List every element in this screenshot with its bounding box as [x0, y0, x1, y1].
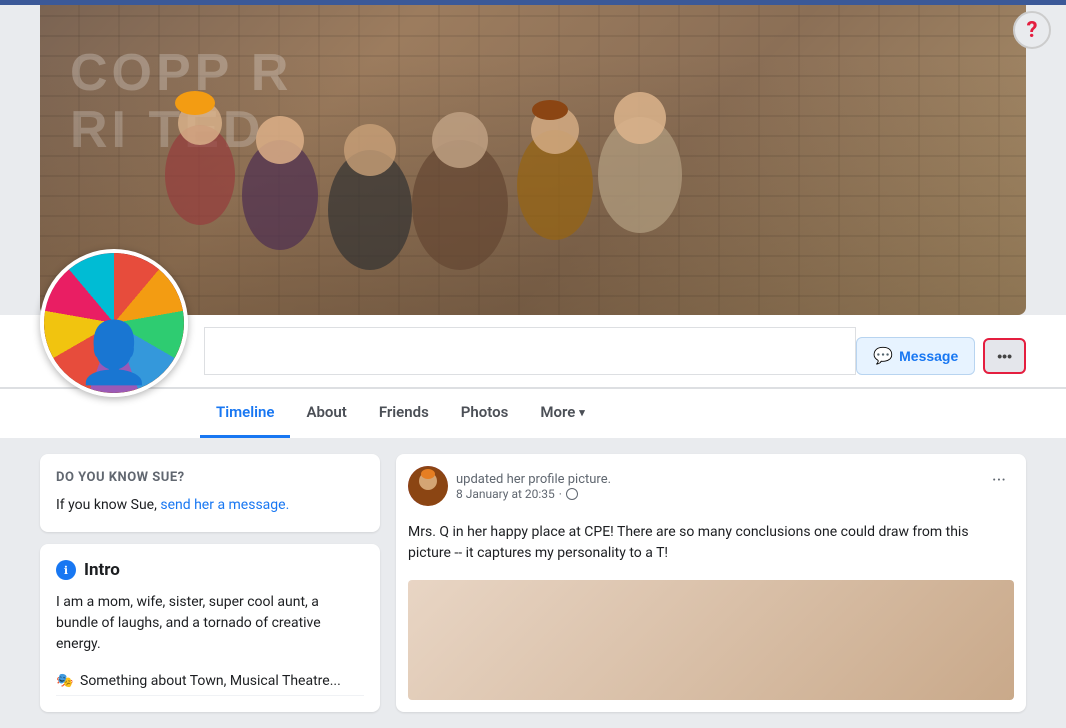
tab-timeline[interactable]: Timeline — [200, 389, 290, 438]
post-image — [408, 580, 1014, 700]
friends-tab-label: Friends — [379, 403, 429, 421]
post-timestamp: 8 January at 20:35 · — [456, 487, 611, 501]
more-tab-label: More — [540, 403, 575, 421]
intro-box: ℹ Intro I am a mom, wife, sister, super … — [40, 544, 380, 712]
tab-more[interactable]: More ▾ — [524, 389, 600, 438]
intro-bio: I am a mom, wife, sister, super cool aun… — [56, 592, 364, 655]
messenger-icon: 💬 — [873, 346, 893, 366]
message-label: Message — [899, 348, 958, 364]
intro-title: Intro — [84, 560, 120, 580]
right-column: updated her profile picture. 8 January a… — [396, 454, 1026, 712]
profile-name-area — [204, 315, 856, 387]
post-header: updated her profile picture. 8 January a… — [408, 466, 1014, 506]
send-message-link[interactable]: send her a message. — [160, 497, 289, 513]
help-button[interactable]: ? — [1013, 11, 1051, 49]
profile-avatar[interactable] — [40, 249, 188, 397]
info-icon: ℹ — [64, 564, 68, 577]
about-tab-label: About — [306, 403, 346, 421]
timeline-tab-label: Timeline — [216, 403, 274, 421]
more-options-button[interactable]: ••• — [983, 338, 1026, 374]
main-content: DO YOU KNOW SUE? If you know Sue, send h… — [0, 438, 1066, 728]
help-icon-container[interactable]: ? — [1010, 8, 1054, 52]
more-chevron-icon: ▾ — [579, 406, 585, 419]
post-body: Mrs. Q in her happy place at CPE! There … — [408, 514, 1014, 572]
avatar-image — [44, 253, 188, 397]
post-avatar[interactable] — [408, 466, 448, 506]
tab-friends[interactable]: Friends — [363, 389, 445, 438]
intro-detail-text: Something about Town, Musical Theatre... — [80, 673, 341, 689]
tab-about[interactable]: About — [290, 389, 362, 438]
tab-photos[interactable]: Photos — [445, 389, 525, 438]
question-mark-icon: ? — [1027, 18, 1038, 43]
post-meta: updated her profile picture. 8 January a… — [456, 472, 611, 501]
page-container: COPP R RI TED — [0, 5, 1066, 728]
know-sue-intro: If you know Sue, — [56, 497, 160, 513]
know-sue-title: DO YOU KNOW SUE? — [56, 470, 364, 485]
message-button[interactable]: 💬 Message — [856, 337, 975, 375]
music-icon: 🎭 — [56, 673, 72, 689]
intro-header: ℹ Intro — [56, 560, 364, 580]
post-options-button[interactable]: ··· — [984, 466, 1014, 495]
profile-actions: 💬 Message ••• — [856, 325, 1026, 387]
globe-privacy-icon: · — [559, 487, 562, 501]
post-avatar-image — [408, 466, 448, 506]
left-column: DO YOU KNOW SUE? If you know Sue, send h… — [40, 454, 380, 712]
post-date: 8 January at 20:35 — [456, 487, 555, 501]
post-card: updated her profile picture. 8 January a… — [396, 454, 1026, 712]
intro-icon: ℹ — [56, 560, 76, 580]
profile-card: COPP R RI TED — [0, 5, 1066, 438]
profile-info-row: 💬 Message ••• — [0, 315, 1066, 388]
cover-photo[interactable]: COPP R RI TED — [40, 5, 1026, 315]
intro-detail-1: 🎭 Something about Town, Musical Theatre.… — [56, 667, 364, 696]
post-updated-text: updated her profile picture. — [456, 472, 611, 487]
photos-tab-label: Photos — [461, 403, 509, 421]
know-sue-text: If you know Sue, send her a message. — [56, 495, 364, 516]
profile-avatar-wrapper — [40, 319, 188, 397]
people-silhouette — [40, 55, 1026, 315]
globe-icon — [566, 488, 578, 500]
dots-icon: ••• — [997, 348, 1012, 364]
post-author: updated her profile picture. 8 January a… — [408, 466, 611, 506]
profile-name-box — [204, 327, 856, 375]
know-sue-box: DO YOU KNOW SUE? If you know Sue, send h… — [40, 454, 380, 532]
